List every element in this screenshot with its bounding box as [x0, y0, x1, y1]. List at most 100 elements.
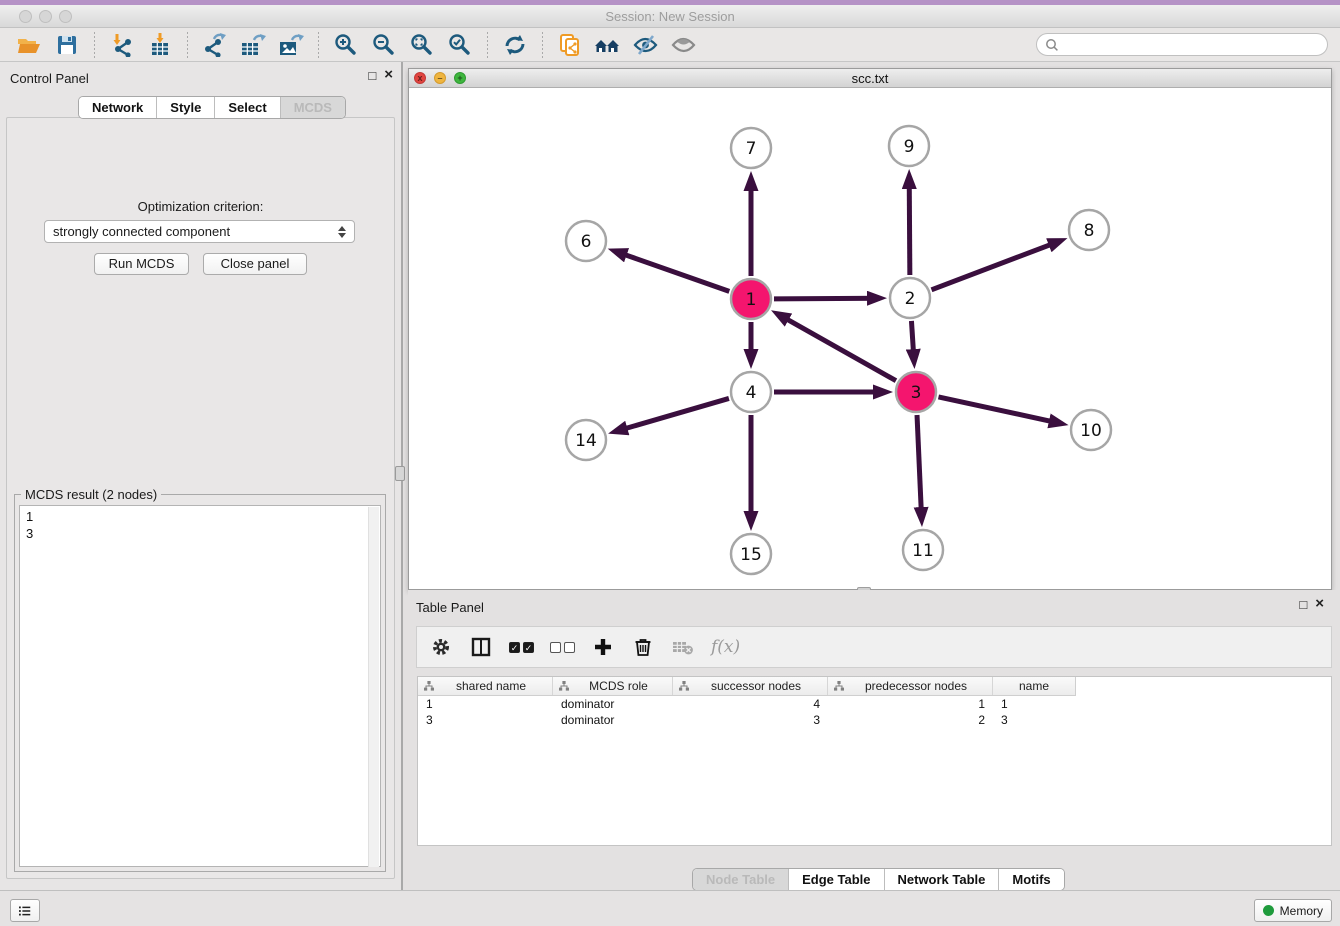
table-cell[interactable]: dominator: [553, 712, 673, 728]
table-cell[interactable]: 4: [673, 696, 828, 712]
export-image-icon[interactable]: [276, 31, 306, 59]
splitter-handle[interactable]: [395, 466, 405, 481]
network-list-toggle-button[interactable]: [10, 899, 40, 922]
show-all-icon[interactable]: [593, 31, 623, 59]
save-session-icon[interactable]: [52, 31, 82, 59]
float-panel-icon[interactable]: □: [368, 69, 376, 83]
zoom-in-icon[interactable]: [331, 31, 361, 59]
export-network-icon[interactable]: [200, 31, 230, 59]
show-selected-icon[interactable]: [669, 31, 699, 59]
table-header-row[interactable]: shared nameMCDS rolesuccessor nodesprede…: [418, 677, 1076, 696]
select-stepper-icon: [338, 226, 346, 238]
zoom-selected-icon[interactable]: [445, 31, 475, 59]
tab-network-table[interactable]: Network Table: [884, 869, 999, 890]
deselect-all-icon[interactable]: [550, 642, 575, 653]
table-cell[interactable]: 1: [993, 696, 1075, 712]
mcds-result-group: MCDS result (2 nodes) 13: [14, 494, 386, 872]
node-9[interactable]: 9: [889, 126, 929, 166]
node-7[interactable]: 7: [731, 128, 771, 168]
control-panel: Control Panel □ × NetworkStyleSelectMCDS…: [0, 62, 401, 890]
table-cell[interactable]: 2: [828, 712, 993, 728]
tab-style[interactable]: Style: [156, 97, 214, 118]
function-builder-icon[interactable]: f(x): [711, 637, 740, 657]
tab-node-table[interactable]: Node Table: [693, 869, 788, 890]
open-session-icon[interactable]: [14, 31, 44, 59]
edge-1-6[interactable]: [614, 251, 729, 291]
result-scrollbar[interactable]: [368, 507, 379, 867]
edge-2-8[interactable]: [932, 241, 1061, 290]
node-4[interactable]: 4: [731, 372, 771, 412]
run-mcds-button[interactable]: Run MCDS: [94, 253, 189, 275]
tab-motifs[interactable]: Motifs: [998, 869, 1063, 890]
export-table-icon[interactable]: [238, 31, 268, 59]
network-window-titlebar[interactable]: x – + scc.txt: [409, 69, 1331, 88]
add-row-icon[interactable]: [591, 635, 615, 659]
zoom-out-icon[interactable]: [369, 31, 399, 59]
node-6[interactable]: 6: [566, 221, 606, 261]
column-header-predecessor-nodes[interactable]: predecessor nodes: [828, 677, 993, 695]
select-all-icon[interactable]: ✓✓: [509, 642, 534, 653]
close-panel-button[interactable]: Close panel: [203, 253, 307, 275]
table-cell[interactable]: 1: [828, 696, 993, 712]
table-row[interactable]: 1dominator411: [418, 696, 1331, 712]
svg-text:4: 4: [746, 383, 757, 403]
column-header-name[interactable]: name: [993, 677, 1075, 695]
column-header-shared-name[interactable]: shared name: [418, 677, 553, 695]
float-table-panel-icon[interactable]: □: [1299, 598, 1307, 612]
hide-selected-icon[interactable]: [631, 31, 661, 59]
table-settings-icon[interactable]: [429, 635, 453, 659]
memory-button[interactable]: Memory: [1254, 899, 1332, 922]
table-row[interactable]: 3dominator323: [418, 712, 1331, 728]
search-input[interactable]: [1064, 38, 1319, 52]
delete-row-icon[interactable]: [631, 635, 655, 659]
session-title: Session: New Session: [0, 9, 1340, 24]
clone-network-icon[interactable]: [555, 31, 585, 59]
network-canvas[interactable]: 7 9 6 8 1 2 4 3 14 10 15 11: [409, 88, 1331, 589]
delete-table-icon[interactable]: [671, 635, 695, 659]
tab-edge-table[interactable]: Edge Table: [788, 869, 883, 890]
import-table-icon[interactable]: [145, 31, 175, 59]
table-cell[interactable]: dominator: [553, 696, 673, 712]
node-table: shared nameMCDS rolesuccessor nodesprede…: [417, 676, 1332, 846]
svg-text:8: 8: [1084, 221, 1095, 241]
node-14[interactable]: 14: [566, 420, 606, 460]
control-panel-title: Control Panel: [10, 71, 89, 86]
table-cell[interactable]: 1: [418, 696, 553, 712]
import-network-icon[interactable]: [107, 31, 137, 59]
node-2[interactable]: 2: [890, 278, 930, 318]
zoom-fit-icon[interactable]: [407, 31, 437, 59]
node-3[interactable]: 3: [896, 372, 936, 412]
node-15[interactable]: 15: [731, 534, 771, 574]
status-bar: Memory: [0, 890, 1340, 926]
node-11[interactable]: 11: [903, 530, 943, 570]
edge-4-14[interactable]: [615, 398, 729, 431]
edge-1-2[interactable]: [774, 298, 880, 299]
node-8[interactable]: 8: [1069, 210, 1109, 250]
apply-layout-icon[interactable]: [500, 31, 530, 59]
network-graph[interactable]: 7 9 6 8 1 2 4 3 14 10 15 11: [409, 88, 1331, 589]
tab-select[interactable]: Select: [214, 97, 279, 118]
edge-3-11[interactable]: [917, 415, 922, 520]
memory-status-icon: [1263, 905, 1274, 916]
tab-network[interactable]: Network: [79, 97, 156, 118]
edge-3-10[interactable]: [938, 397, 1061, 424]
toggle-panel-icon[interactable]: [469, 635, 493, 659]
search-box[interactable]: [1036, 33, 1328, 56]
tab-mcds[interactable]: MCDS: [280, 97, 345, 118]
close-table-panel-icon[interactable]: ×: [1315, 597, 1324, 612]
table-cell[interactable]: 3: [418, 712, 553, 728]
table-cell[interactable]: 3: [673, 712, 828, 728]
edge-3-1[interactable]: [777, 314, 896, 381]
edge-2-9[interactable]: [909, 176, 910, 275]
column-header-successor-nodes[interactable]: successor nodes: [673, 677, 828, 695]
control-panel-tabs: NetworkStyleSelectMCDS: [78, 96, 346, 119]
close-panel-icon[interactable]: ×: [384, 68, 393, 83]
node-1[interactable]: 1: [731, 279, 771, 319]
node-10[interactable]: 10: [1071, 410, 1111, 450]
optimization-select[interactable]: strongly connected component: [44, 220, 355, 243]
mcds-result-title: MCDS result (2 nodes): [21, 487, 161, 502]
column-header-MCDS-role[interactable]: MCDS role: [553, 677, 673, 695]
table-cell[interactable]: 3: [993, 712, 1075, 728]
edge-2-3[interactable]: [911, 321, 914, 362]
mcds-result-textarea[interactable]: 13: [19, 505, 381, 867]
